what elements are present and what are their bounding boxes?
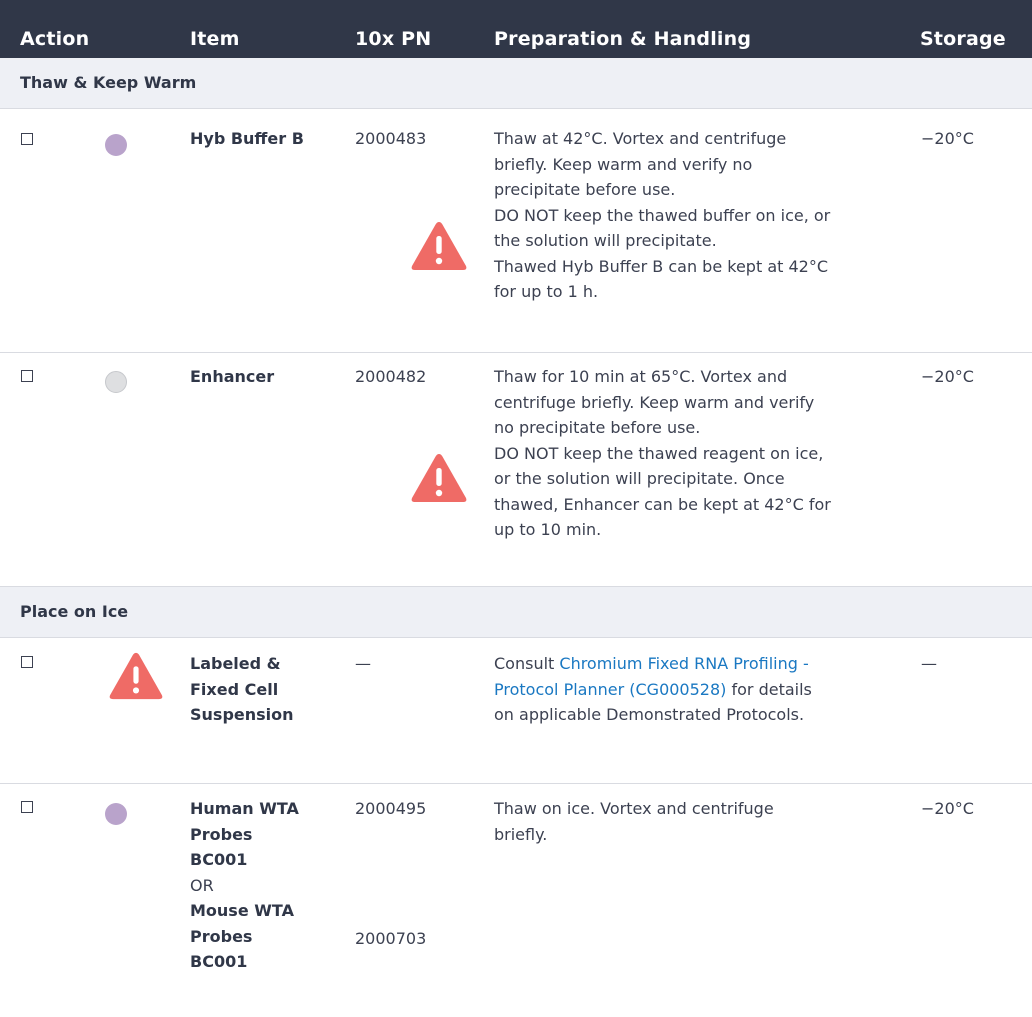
section-title: Thaw & Keep Warm [20,73,197,92]
item-name: Hyb Buffer B [190,129,304,148]
part-number: — [355,654,371,673]
purple-dot-icon [105,803,127,825]
header-prep: Preparation & Handling [494,28,752,50]
section-title: Place on Ice [20,602,129,621]
storage-temp: −20°C [921,367,974,386]
row-divider [0,783,1032,784]
warning-triangle-icon [411,222,467,270]
prep-text: Consult Chromium Fixed RNA Profiling - P… [494,654,812,724]
item-name: Labeled & Fixed Cell Suspension [190,654,294,724]
row-divider [0,352,1032,353]
storage-temp: −20°C [921,129,974,148]
checkbox[interactable] [21,133,33,145]
header-pn: 10x PN [355,28,432,50]
part-number: 2000483 [355,129,427,148]
part-number: 2000703 [355,929,427,948]
item-name: Enhancer [190,367,275,386]
warning-triangle-icon [109,652,163,700]
section-thaw-keep-warm: Thaw & Keep Warm [0,58,1032,109]
checkbox[interactable] [21,370,33,382]
reagent-table: Action Item 10x PN Preparation & Handlin… [0,0,1032,1017]
protocol-planner-link-cont[interactable]: Protocol Planner (CG000528) [494,680,726,699]
grey-dot-icon [105,371,127,393]
header-storage: Storage [920,28,1006,50]
part-number: 2000482 [355,367,427,386]
header-action: Action [20,28,90,50]
storage-temp: — [921,654,937,673]
prep-text: Thaw for 10 min at 65°C. Vortex and cent… [494,367,831,539]
section-place-on-ice: Place on Ice [0,586,1032,638]
header-item: Item [190,28,240,50]
prep-text: Thaw at 42°C. Vortex and centrifuge brie… [494,129,831,301]
part-number: 2000495 [355,799,427,818]
prep-text: Thaw on ice. Vortex and centrifuge brief… [494,799,774,844]
warning-triangle-icon [411,454,467,502]
table-header: Action Item 10x PN Preparation & Handlin… [0,0,1032,58]
protocol-planner-link[interactable]: Chromium Fixed RNA Profiling - [559,654,808,673]
item-name: Human WTA Probes BC001 OR Mouse WTA Prob… [190,796,330,975]
checkbox[interactable] [21,656,33,668]
or-label: OR [190,875,214,895]
checkbox[interactable] [21,801,33,813]
purple-dot-icon [105,134,127,156]
storage-temp: −20°C [921,799,974,818]
